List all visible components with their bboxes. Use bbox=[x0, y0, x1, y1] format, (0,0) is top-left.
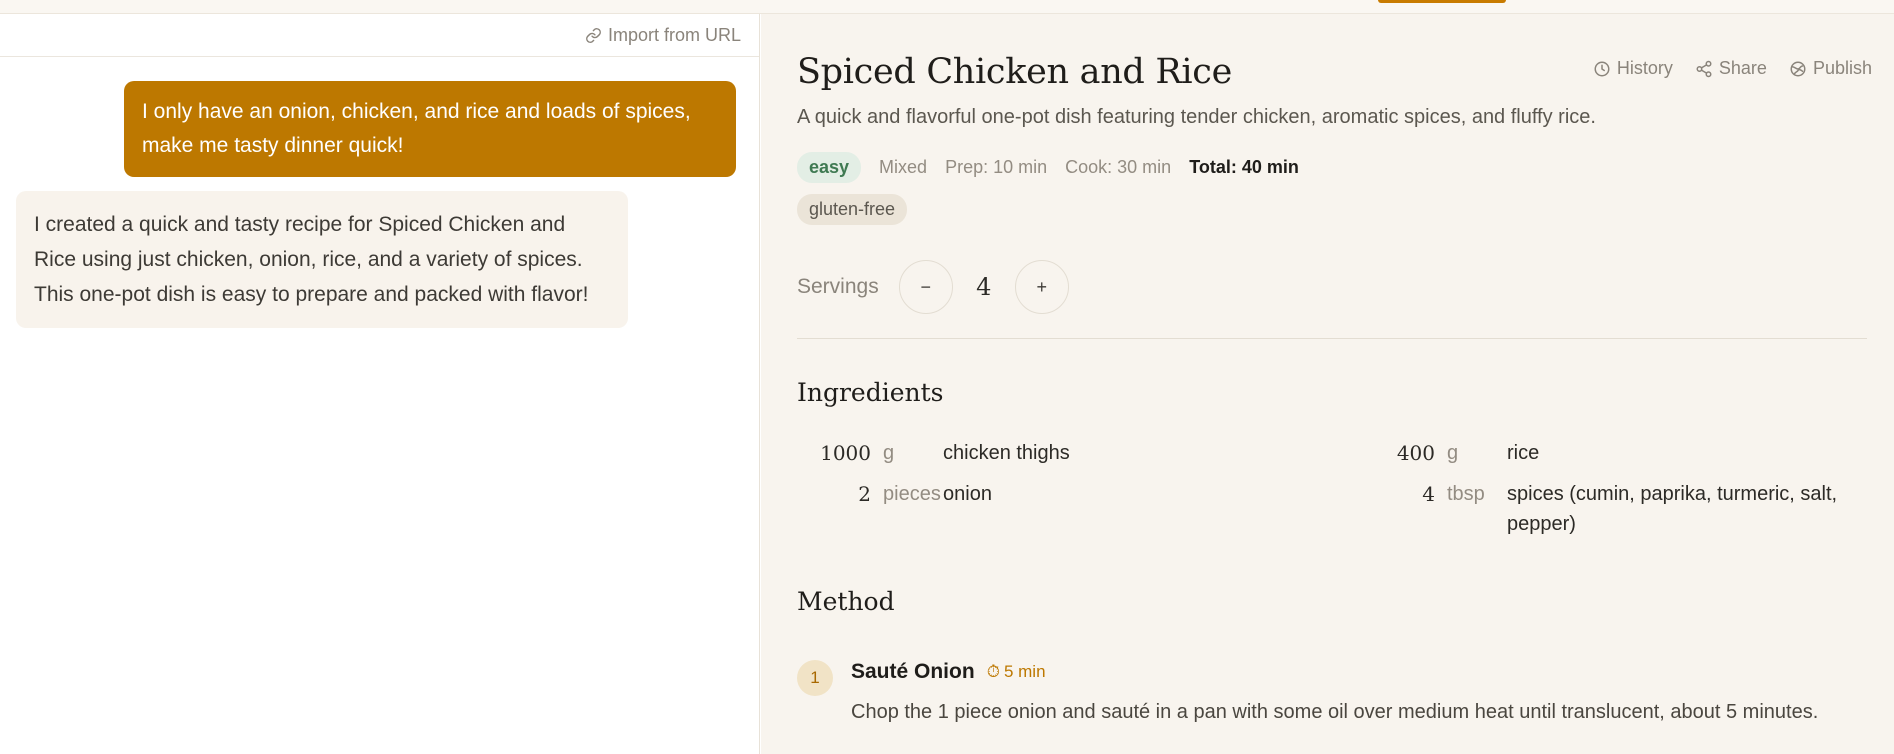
cuisine-label: Mixed bbox=[879, 157, 928, 177]
history-label: History bbox=[1616, 58, 1673, 78]
chat-toolbar: Import from URL bbox=[0, 14, 759, 57]
top-bar bbox=[0, 0, 1894, 14]
ingredient-quantity: 4 bbox=[1422, 482, 1435, 506]
ingredient-quantity: 2 bbox=[858, 482, 871, 506]
step-time-label: 5 min bbox=[1003, 662, 1046, 681]
ingredient-unit: g bbox=[883, 442, 895, 464]
step-number: 1 bbox=[797, 660, 833, 696]
share-icon bbox=[1696, 60, 1712, 77]
step-text: Chop the 1 piece onion and sauté in a pa… bbox=[851, 701, 1819, 723]
ingredient-row: 2 pieces onion bbox=[797, 479, 1277, 509]
increase-servings-button[interactable]: + bbox=[1014, 260, 1069, 314]
ingredient-row: 4 tbsp spices (cumin, paprika, turmeric,… bbox=[1361, 479, 1841, 539]
share-button[interactable]: Share bbox=[1695, 58, 1767, 79]
chat-panel: Import from URL I only have an onion, ch… bbox=[0, 14, 760, 754]
ingredient-name: chicken thighs bbox=[943, 442, 1070, 464]
ingredient-unit: pieces bbox=[883, 483, 941, 505]
recipe-actions: History Share Publish bbox=[1593, 58, 1872, 79]
recipe-title: Spiced Chicken and Rice bbox=[797, 52, 1233, 92]
step-timer[interactable]: ⏱ 5 min bbox=[987, 662, 1046, 682]
servings-label: Servings bbox=[797, 275, 879, 298]
timer-icon: ⏱ bbox=[986, 662, 1000, 681]
ingredient-row: 1000 g chicken thighs bbox=[797, 438, 1277, 468]
user-message: I only have an onion, chicken, and rice … bbox=[124, 81, 736, 177]
import-from-url-label: Import from URL bbox=[607, 24, 741, 45]
step-title: Sauté Onion bbox=[851, 660, 975, 683]
divider bbox=[797, 338, 1867, 339]
method-heading: Method bbox=[797, 587, 895, 616]
recipe-meta: easy Mixed Prep: 10 min Cook: 30 min Tot… bbox=[797, 152, 1299, 183]
ingredient-row: 400 g rice bbox=[1361, 438, 1841, 468]
recipe-description: A quick and flavorful one-pot dish featu… bbox=[797, 106, 1596, 128]
ingredients-column-right: 400 g rice 4 tbsp spices (cumin, paprika… bbox=[1361, 438, 1841, 550]
ingredient-name: spices (cumin, paprika, turmeric, salt, … bbox=[1507, 483, 1838, 535]
ingredient-name: rice bbox=[1507, 442, 1540, 464]
publish-label: Publish bbox=[1812, 58, 1872, 78]
history-button[interactable]: History bbox=[1593, 58, 1673, 79]
assistant-message: I created a quick and tasty recipe for S… bbox=[16, 191, 628, 328]
clock-icon bbox=[1594, 61, 1610, 76]
difficulty-badge: easy bbox=[797, 152, 862, 183]
servings-control: Servings − 4 + bbox=[797, 260, 1069, 314]
prep-time: Prep: 10 min bbox=[945, 157, 1048, 177]
share-label: Share bbox=[1718, 58, 1767, 78]
tag-gluten-free: gluten-free bbox=[797, 194, 908, 225]
ingredient-quantity: 1000 bbox=[820, 441, 871, 465]
ingredient-unit: g bbox=[1447, 442, 1459, 464]
ingredients-column-left: 1000 g chicken thighs 2 pieces onion bbox=[797, 438, 1277, 520]
total-time: Total: 40 min bbox=[1189, 157, 1299, 177]
active-tab-indicator bbox=[1378, 0, 1506, 3]
recipe-panel: Spiced Chicken and Rice History Share Pu… bbox=[761, 14, 1894, 754]
ingredient-name: onion bbox=[943, 483, 992, 505]
ingredient-unit: tbsp bbox=[1447, 483, 1485, 505]
ingredient-quantity: 400 bbox=[1396, 441, 1435, 465]
link-icon bbox=[586, 27, 601, 43]
servings-count: 4 bbox=[976, 273, 992, 301]
globe-icon bbox=[1790, 61, 1806, 76]
step-header: Sauté Onion ⏱ 5 min bbox=[851, 660, 1046, 684]
cook-time: Cook: 30 min bbox=[1065, 157, 1172, 177]
import-from-url-button[interactable]: Import from URL bbox=[585, 25, 741, 46]
publish-button[interactable]: Publish bbox=[1789, 58, 1872, 79]
decrease-servings-button[interactable]: − bbox=[898, 260, 953, 314]
ingredients-heading: Ingredients bbox=[797, 378, 944, 407]
